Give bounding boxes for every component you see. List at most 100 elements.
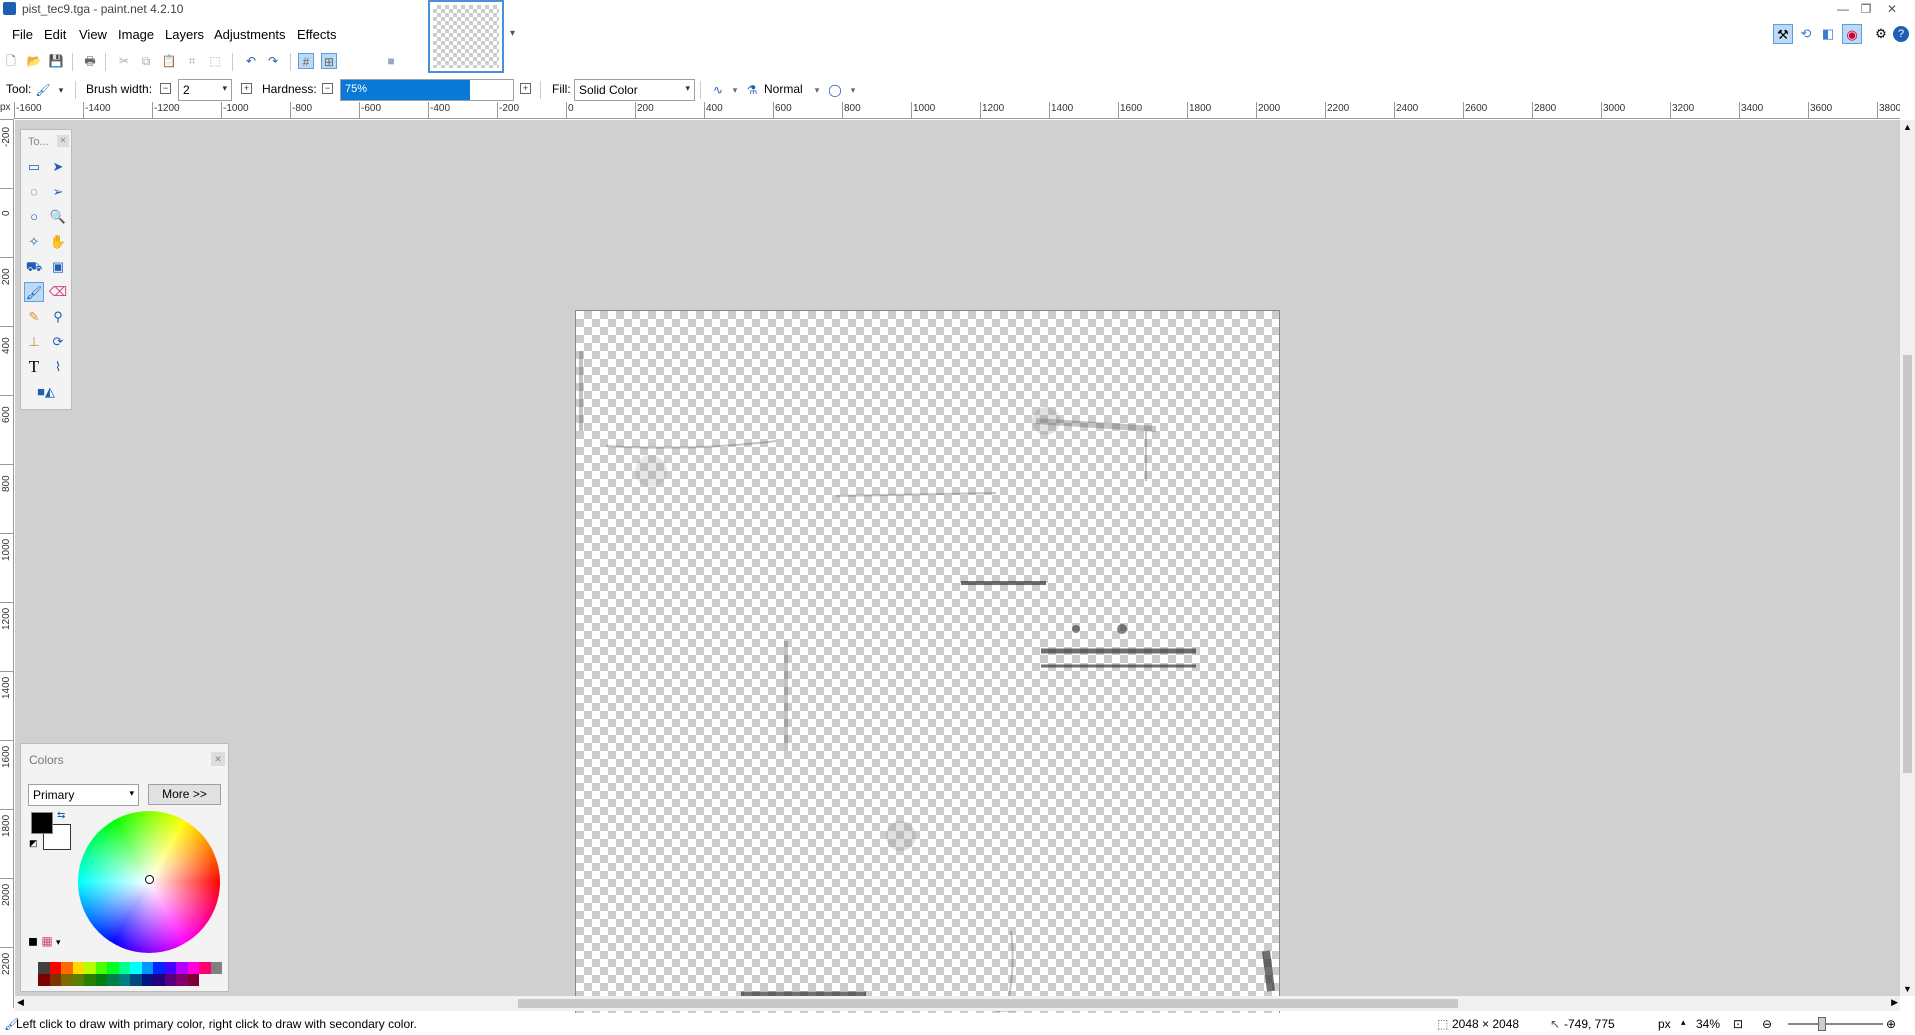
palette-swatch[interactable] [176,974,188,986]
magic-wand-icon[interactable]: ✧ [24,232,44,252]
brush-width-increase-button[interactable]: + [241,83,252,94]
scroll-left-icon[interactable]: ◀ [17,997,24,1008]
palette-swatch[interactable] [210,962,222,974]
primary-color-swatch[interactable] [31,812,53,834]
palette-swatch[interactable] [61,962,73,974]
palette-swatch[interactable] [153,974,165,986]
zoom-icon[interactable]: 🔍 [48,207,68,227]
palette-swatch[interactable] [49,962,61,974]
pencil-icon[interactable]: ✎ [24,307,44,327]
palette-dropdown-icon[interactable]: ▾ [56,937,61,947]
menu-edit[interactable]: Edit [40,24,70,46]
recolor-icon[interactable]: ⟳ [48,332,68,352]
clone-stamp-icon[interactable]: ⊥ [24,332,44,352]
text-tool-icon[interactable]: T [24,357,44,377]
layers-window-toggle-icon[interactable]: ◧ [1818,24,1838,44]
palette-swatch[interactable] [176,962,188,974]
palette-swatch[interactable] [118,974,130,986]
antialiasing-icon[interactable]: ∿ [710,82,726,98]
palette-swatch[interactable] [141,962,153,974]
hardness-decrease-button[interactable]: − [322,83,333,94]
zoom-out-icon[interactable]: ⊖ [1762,1017,1772,1031]
selection-mode-icon[interactable]: ◯ [827,82,843,98]
palette-swatch[interactable] [118,962,130,974]
rectangle-select-icon[interactable]: ▭ [24,157,44,177]
paint-bucket-icon[interactable]: ⛟ [24,257,44,277]
close-button[interactable]: ✕ [1869,0,1915,18]
menu-view[interactable]: View [75,24,111,46]
zoom-slider-thumb[interactable] [1818,1017,1826,1031]
image-tab-thumbnail[interactable] [428,0,504,73]
zoom-level[interactable]: 34% [1696,1017,1720,1031]
canvas-workspace[interactable] [15,120,1900,1014]
selection-mode-dropdown-icon[interactable]: ▾ [845,82,861,98]
copy-icon[interactable]: ⧉ [138,53,154,69]
add-to-palette-icon[interactable]: ◼ [28,934,38,948]
palette-swatch[interactable] [164,974,176,986]
unit-dropdown-icon[interactable]: ▴ [1681,1017,1686,1028]
eraser-icon[interactable]: ⌫ [48,282,68,302]
image-canvas[interactable] [575,310,1280,1014]
more-colors-button[interactable]: More >> [148,784,221,805]
palette-swatch[interactable] [199,962,211,974]
brush-width-decrease-button[interactable]: − [160,83,171,94]
new-file-icon[interactable]: 🗋 [3,53,19,69]
color-picker-icon[interactable]: ⚲ [48,307,68,327]
gradient-icon[interactable]: ▣ [48,257,68,277]
zoom-slider-track[interactable] [1788,1023,1883,1025]
menu-file[interactable]: File [8,24,37,46]
menu-effects[interactable]: Effects [293,24,341,46]
palette-swatch[interactable] [130,974,142,986]
blend-mode-label[interactable]: Normal [764,82,803,96]
history-window-toggle-icon[interactable]: ⟲ [1796,24,1816,44]
zoom-to-window-icon[interactable]: ⊡ [1733,1017,1743,1031]
line-curve-icon[interactable]: ⌇ [48,357,68,377]
image-list-dropdown-icon[interactable]: ▾ [510,28,515,39]
print-icon[interactable]: 🖶 [82,53,98,69]
horizontal-scrollbar[interactable]: ◀ ▶ [15,996,1900,1011]
menu-adjustments[interactable]: Adjustments [210,24,290,46]
paintbrush-icon[interactable]: 🖌 [24,282,44,302]
redo-icon[interactable]: ↷ [265,53,281,69]
palette-swatch[interactable] [95,974,107,986]
palette-swatch[interactable] [107,974,119,986]
palette-swatch[interactable] [49,974,61,986]
crop-to-selection-icon[interactable]: ⌗ [184,53,200,69]
palette-swatch[interactable] [38,974,50,986]
colors-window-toggle-icon[interactable]: ◉ [1842,24,1862,44]
hardness-slider[interactable]: 75% [340,79,514,101]
undo-icon[interactable]: ↶ [243,53,259,69]
palette-swatch[interactable] [72,962,84,974]
scroll-up-icon[interactable]: ▲ [1903,122,1912,132]
palette-swatch[interactable] [187,962,199,974]
palette-swatch[interactable] [61,974,73,986]
palette-swatch[interactable] [153,962,165,974]
menu-image[interactable]: Image [114,24,158,46]
vertical-scrollbar[interactable]: ▲ ▼ [1900,120,1915,996]
unit-selector[interactable]: px [1658,1017,1671,1031]
swap-colors-icon[interactable]: ⇆ [57,810,65,821]
color-mode-select[interactable]: Primary ▾ [28,784,139,806]
move-selection-icon[interactable]: ➢ [48,182,68,202]
shapes-icon[interactable]: ■◭ [24,382,68,402]
cut-icon[interactable]: ✂ [116,53,132,69]
palette-swatch[interactable] [107,962,119,974]
color-wheel-marker[interactable] [145,875,154,884]
palette-swatch[interactable] [141,974,153,986]
scroll-down-icon[interactable]: ▼ [1903,984,1912,994]
save-icon[interactable]: 💾 [48,53,64,69]
tools-close-icon[interactable]: ✕ [57,135,69,147]
palette-swatch[interactable] [164,962,176,974]
palette-icon[interactable]: ▦ [41,934,52,948]
blend-mode-dropdown-icon[interactable]: ▾ [809,82,825,98]
open-folder-icon[interactable]: 📂 [26,53,42,69]
pan-hand-icon[interactable]: ✋ [48,232,68,252]
paintbrush-tool-icon[interactable]: 🖌 [35,82,51,98]
brush-width-combo[interactable]: 2 ▾ [178,79,232,101]
lasso-select-icon[interactable]: ◌ [24,182,44,202]
vertical-scroll-thumb[interactable] [1903,355,1912,773]
rulers-icon[interactable]: ⊞ [321,53,337,69]
palette-swatch[interactable] [84,974,96,986]
pixel-grid-icon[interactable]: # [298,53,314,69]
antialiasing-dropdown-icon[interactable]: ▾ [727,82,743,98]
